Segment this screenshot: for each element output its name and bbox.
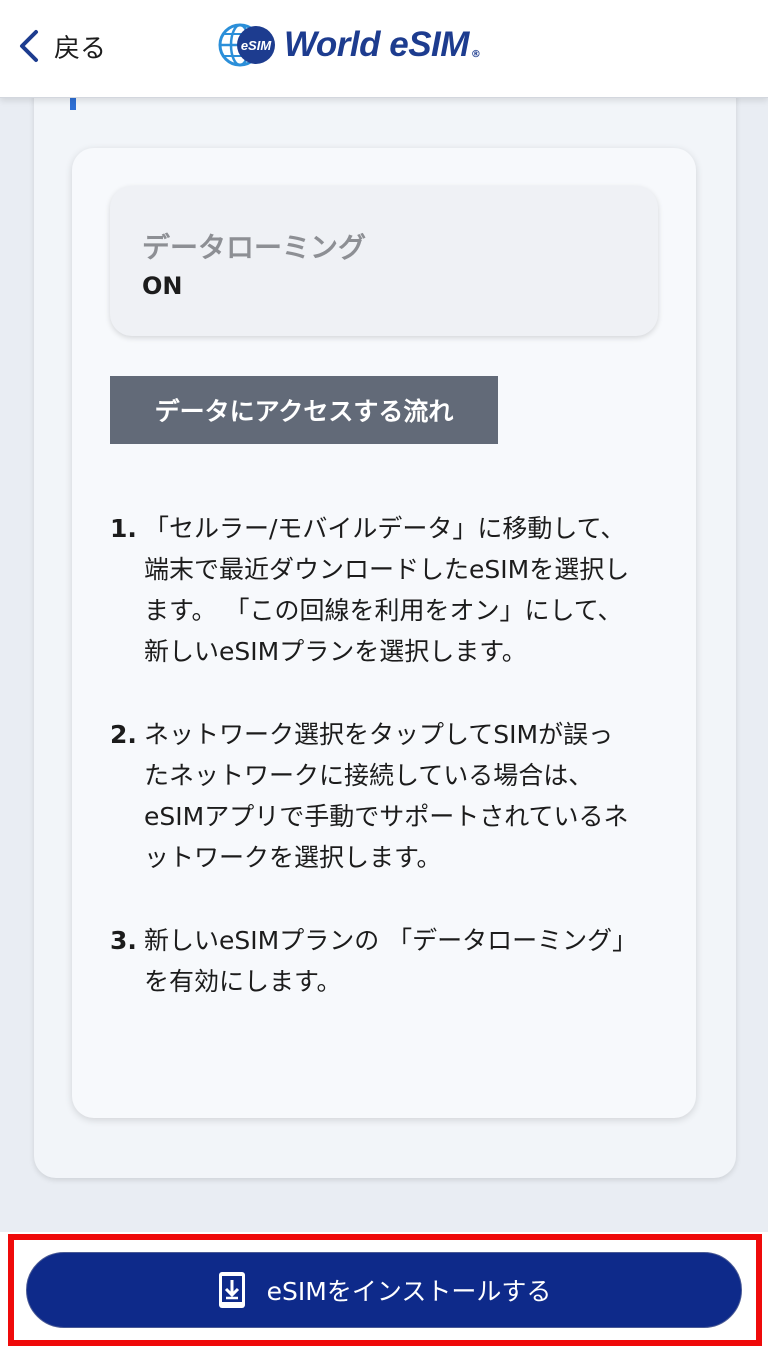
step-number: 2. — [110, 720, 137, 749]
flow-title-badge: データにアクセスする流れ — [110, 376, 498, 444]
app-header: 戻る eSIM World eSIM ® — [0, 0, 768, 98]
install-button-label: eSIMをインストールする — [266, 1277, 552, 1306]
setting-value: ON — [142, 272, 183, 300]
step-text: ネットワーク選択をタップしてSIMが誤ったネットワークに接続している場合は、eS… — [144, 720, 629, 872]
phone-download-icon — [218, 1272, 245, 1308]
back-button[interactable]: 戻る — [16, 22, 106, 70]
flow-title: データにアクセスする流れ — [154, 397, 454, 426]
data-roaming-setting: データローミング ON — [110, 186, 658, 336]
setting-label: データローミング — [142, 231, 367, 264]
logo-badge-text: eSIM — [241, 38, 273, 53]
step-number: 3. — [110, 926, 137, 955]
chevron-left-icon — [20, 30, 38, 62]
step-text: 新しいeSIMプランの 「データローミング」を有効にします。 — [144, 926, 625, 996]
globe-icon: eSIM — [218, 23, 275, 67]
back-label: 戻る — [54, 33, 107, 64]
step-item: 2. ネットワーク選択をタップしてSIMが誤ったネットワークに接続している場合は… — [110, 714, 630, 878]
brand-logo: eSIM World eSIM ® — [218, 16, 481, 74]
step-text: 「セルラー/モバイルデータ」に移動して、端末で最近ダウンロードしたeSIMを選択… — [144, 514, 630, 666]
step-item: 1. 「セルラー/モバイルデータ」に移動して、端末で最近ダウンロードしたeSIM… — [110, 508, 630, 672]
step-number: 1. — [110, 514, 137, 543]
install-esim-button[interactable]: eSIMをインストールする — [26, 1252, 742, 1328]
logo-wordmark: World eSIM — [284, 25, 469, 64]
step-item: 3. 新しいeSIMプランの 「データローミング」を有効にします。 — [110, 920, 630, 1002]
logo-registered-mark: ® — [470, 48, 481, 60]
settings-card: データローミング ON データにアクセスする流れ 1. 「セルラー/モバイルデー… — [72, 148, 696, 1118]
steps-list: 1. 「セルラー/モバイルデータ」に移動して、端末で最近ダウンロードしたeSIM… — [110, 508, 630, 1044]
